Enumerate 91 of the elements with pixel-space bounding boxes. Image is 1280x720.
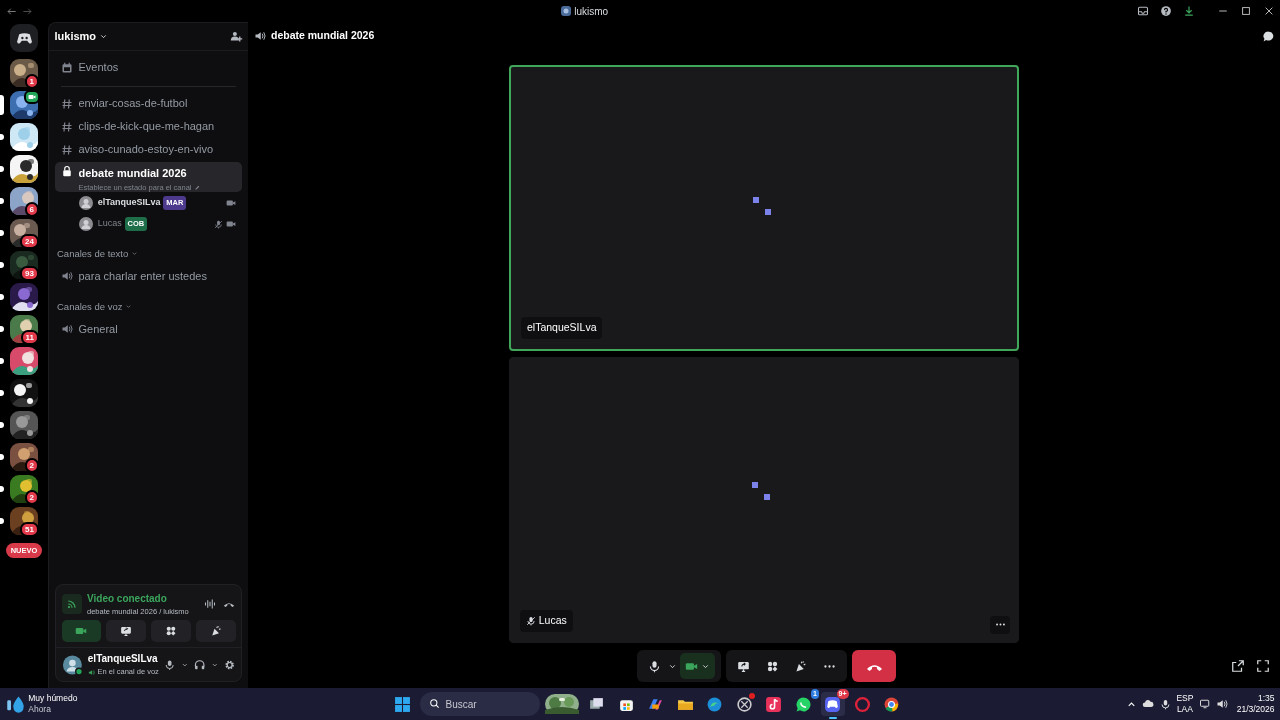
weather-text: Muy húmedo [28, 693, 78, 704]
chat-bubble-icon [794, 695, 812, 713]
channel-name: enviar-cosas-de-futbol [78, 96, 188, 112]
hash-icon [61, 143, 73, 156]
microphone-icon[interactable] [164, 658, 176, 671]
participant-name: elTanqueSILva [527, 320, 597, 336]
member-name[interactable]: Lucas [97, 217, 122, 231]
volume-icon[interactable] [1216, 698, 1229, 710]
browser-icon [706, 695, 723, 713]
channel-item[interactable]: General [55, 318, 242, 340]
language-indicator[interactable]: ESP LAA [1176, 693, 1194, 715]
server-name[interactable]: lukismo [54, 28, 97, 45]
channel-name: aviso-cunado-estoy-en-vivo [78, 142, 213, 158]
channel-item[interactable]: clips-de-kick-que-me-hagan [55, 115, 242, 138]
weather-icon[interactable] [5, 694, 26, 714]
weather-time: Ahora [28, 704, 52, 715]
keyboard-layout: LAA [1176, 704, 1194, 715]
shapes-icon [164, 624, 177, 637]
fullscreen-icon[interactable] [1256, 659, 1270, 673]
category-label[interactable]: Canales de texto [57, 246, 129, 261]
channel-item[interactable]: aviso-cunado-estoy-en-vivo [55, 138, 242, 161]
window-title: lukismo [574, 4, 609, 19]
search-field[interactable]: Buscar [419, 692, 540, 716]
connection-status: Video conectado [87, 591, 168, 606]
participant-name: Lucas [538, 612, 567, 628]
hang-up-button[interactable] [852, 650, 897, 682]
soundboard-button[interactable] [196, 619, 236, 642]
cloud-icon[interactable] [1142, 698, 1155, 710]
speaker-icon [87, 668, 95, 676]
browser-icon [883, 695, 900, 713]
microphone-icon[interactable] [1159, 698, 1171, 710]
date: 21/3/2026 [1236, 704, 1275, 715]
home-button[interactable] [10, 24, 38, 52]
music-note-icon [765, 695, 782, 713]
loading-icon [751, 195, 773, 217]
lock-icon [61, 164, 73, 177]
channel-item[interactable]: enviar-cosas-de-futbol [55, 92, 242, 115]
more-button[interactable] [990, 615, 1010, 634]
camera-button[interactable] [61, 619, 101, 642]
channel-name: debate mundial 2026 [78, 165, 188, 181]
headphones-icon[interactable] [194, 658, 206, 671]
channel-name: General [78, 321, 118, 337]
avatar [79, 217, 93, 231]
language-code: ESP [1176, 693, 1194, 704]
activities-button[interactable] [151, 619, 191, 642]
camera-button[interactable] [680, 653, 715, 679]
channel-name: clips-de-kick-que-me-hagan [78, 119, 215, 135]
chat-icon[interactable] [1261, 29, 1275, 43]
hash-icon [61, 120, 73, 133]
pop-out-icon[interactable] [1231, 659, 1245, 673]
calendar-icon [61, 61, 73, 74]
video-tile[interactable]: elTanqueSILva [509, 65, 1019, 351]
shapes-icon [765, 659, 779, 673]
member-name[interactable]: elTanqueSILva [97, 196, 161, 210]
signal-icon [65, 597, 78, 610]
download-icon[interactable] [1182, 5, 1195, 17]
monitor-icon [120, 624, 133, 637]
loading-icon [750, 479, 772, 502]
back-icon[interactable] [5, 5, 17, 17]
speaker-icon [61, 269, 73, 282]
pencil-icon[interactable] [194, 183, 202, 191]
settings-icon[interactable] [224, 658, 236, 671]
user-avatar[interactable] [61, 653, 83, 676]
avatar [79, 196, 93, 210]
username: elTanqueSILva [87, 652, 159, 667]
inbox-icon[interactable] [1136, 5, 1149, 17]
hash-icon [61, 97, 73, 110]
call-title: debate mundial 2026 [271, 28, 375, 44]
microphone-icon [647, 659, 661, 673]
speaker-icon [61, 323, 73, 335]
category-label[interactable]: Canales de voz [57, 299, 123, 314]
chevron-icon[interactable] [98, 32, 108, 41]
windows-icon [393, 695, 411, 713]
video-tile[interactable]: Lucas [509, 356, 1019, 643]
controller-icon [824, 695, 841, 713]
speaker-icon [253, 30, 266, 42]
server-icon [561, 6, 572, 16]
ring-icon [853, 695, 871, 713]
channel-name: para charlar enter ustedes [78, 268, 207, 284]
help-icon[interactable] [1159, 5, 1172, 17]
maximize-icon[interactable] [1239, 5, 1252, 17]
channel-item[interactable]: para charlar enter ustedes [55, 264, 242, 287]
events-link[interactable]: Eventos [78, 59, 119, 76]
network-icon[interactable] [1198, 698, 1211, 710]
screen-share-button[interactable] [106, 619, 146, 642]
invite-icon[interactable] [229, 30, 243, 43]
clock[interactable]: 1:35 21/3/2026 [1236, 693, 1275, 715]
monitor-icon [737, 659, 751, 673]
camera-icon [28, 92, 36, 101]
party-popper-icon [794, 659, 808, 673]
time: 1:35 [1257, 693, 1275, 704]
